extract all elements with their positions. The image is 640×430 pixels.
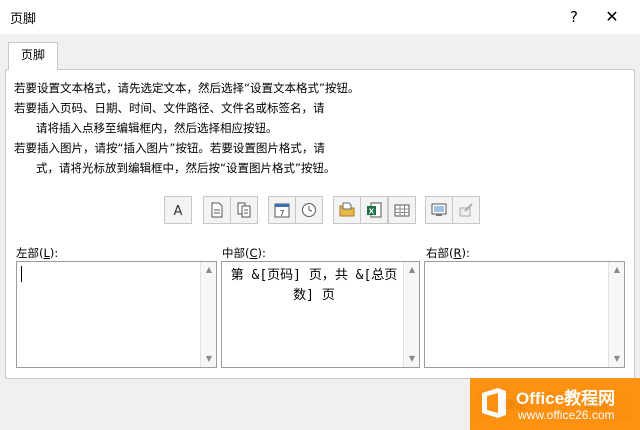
insert-page-number-button[interactable] xyxy=(203,196,231,224)
scroll-down-icon[interactable]: ▼ xyxy=(609,353,625,365)
clock-icon xyxy=(302,203,316,217)
center-section-label-text: 中部( xyxy=(222,246,250,260)
format-picture-button[interactable] xyxy=(452,196,480,224)
left-section-scrollbar[interactable]: ▲ ▼ xyxy=(200,262,216,367)
instruction-line-1: 若要设置文本格式，请先选定文本，然后选择“设置文本格式”按钮。 xyxy=(14,81,360,95)
picture-icon xyxy=(431,203,447,216)
left-section-editbox[interactable]: ▲ ▼ xyxy=(16,261,217,368)
center-section-text: 第 &[页码] 页，共 &[总页数] 页 xyxy=(230,268,398,303)
left-section-label-text: 左部( xyxy=(16,246,44,260)
svg-text:7: 7 xyxy=(279,209,284,218)
title-bar: 页脚 ? ✕ xyxy=(0,0,640,34)
format-picture-icon xyxy=(459,203,473,217)
right-section-label: 右部(R): xyxy=(426,245,470,261)
text-caret xyxy=(21,266,22,282)
sheet-tab-icon xyxy=(394,204,410,217)
calendar-icon: 7 xyxy=(274,203,290,218)
svg-text:A: A xyxy=(174,204,183,219)
insert-sheet-name-button[interactable] xyxy=(388,196,416,224)
center-section-accesskey: C xyxy=(249,246,258,260)
folder-icon xyxy=(339,202,355,217)
right-section-accesskey: R xyxy=(453,246,462,260)
scroll-up-icon[interactable]: ▲ xyxy=(201,264,217,276)
center-section-scrollbar[interactable]: ▲ ▼ xyxy=(403,262,419,367)
scroll-down-icon[interactable]: ▼ xyxy=(201,353,217,365)
right-section-editbox[interactable]: ▲ ▼ xyxy=(424,261,625,368)
font-a-icon: A xyxy=(174,204,183,219)
right-section-label-text: 右部( xyxy=(426,246,454,260)
window-title: 页脚 xyxy=(10,12,37,27)
left-section-label-suffix: ): xyxy=(49,246,59,260)
insert-picture-button[interactable] xyxy=(425,196,453,224)
insert-page-count-button[interactable] xyxy=(230,196,258,224)
watermark-title: Office教程网 xyxy=(516,389,616,408)
instruction-line-5: 式，请将光标放到编辑框中，然后按“设置图片格式”按钮。 xyxy=(36,161,336,175)
instruction-line-4: 若要插入图片，请按“插入图片”按钮。若要设置图片格式，请 xyxy=(14,141,325,155)
scroll-up-icon[interactable]: ▲ xyxy=(404,264,420,276)
center-section-editbox[interactable]: 第 &[页码] 页，共 &[总页数] 页 ▲ ▼ xyxy=(221,261,420,368)
insert-date-button[interactable]: 7 xyxy=(268,196,296,224)
right-section-label-suffix: ): xyxy=(461,246,470,260)
watermark-banner: Office教程网 www.office26.com xyxy=(470,378,640,430)
right-section-scrollbar[interactable]: ▲ ▼ xyxy=(608,262,624,367)
instruction-line-3: 请将插入点移至编辑框内，然后选择相应按钮。 xyxy=(36,121,278,135)
center-section-label: 中部(C): xyxy=(222,245,266,261)
instruction-line-2: 若要插入页码、日期、时间、文件路径、文件名或标签名，请 xyxy=(14,101,325,115)
excel-file-icon: X xyxy=(367,202,382,218)
scroll-up-icon[interactable]: ▲ xyxy=(609,264,625,276)
insert-file-path-button[interactable] xyxy=(333,196,361,224)
insert-file-name-button[interactable]: X xyxy=(360,196,388,224)
format-text-button[interactable]: A xyxy=(164,196,192,224)
insert-toolbar: A 7 X xyxy=(0,196,640,228)
center-section-label-suffix: ): xyxy=(257,246,266,260)
office-logo-icon xyxy=(482,388,506,418)
page-number-icon xyxy=(211,202,223,218)
svg-text:X: X xyxy=(369,208,375,216)
left-section-label: 左部(L): xyxy=(16,245,58,261)
watermark-url: www.office26.com xyxy=(518,408,615,422)
close-button[interactable]: ✕ xyxy=(598,4,626,30)
tab-footer[interactable]: 页脚 xyxy=(8,42,58,70)
insert-time-button[interactable] xyxy=(295,196,323,224)
help-button[interactable]: ? xyxy=(560,4,588,30)
scroll-down-icon[interactable]: ▼ xyxy=(404,353,420,365)
page-count-icon xyxy=(237,202,251,218)
tab-strip: 页脚 xyxy=(0,34,640,70)
